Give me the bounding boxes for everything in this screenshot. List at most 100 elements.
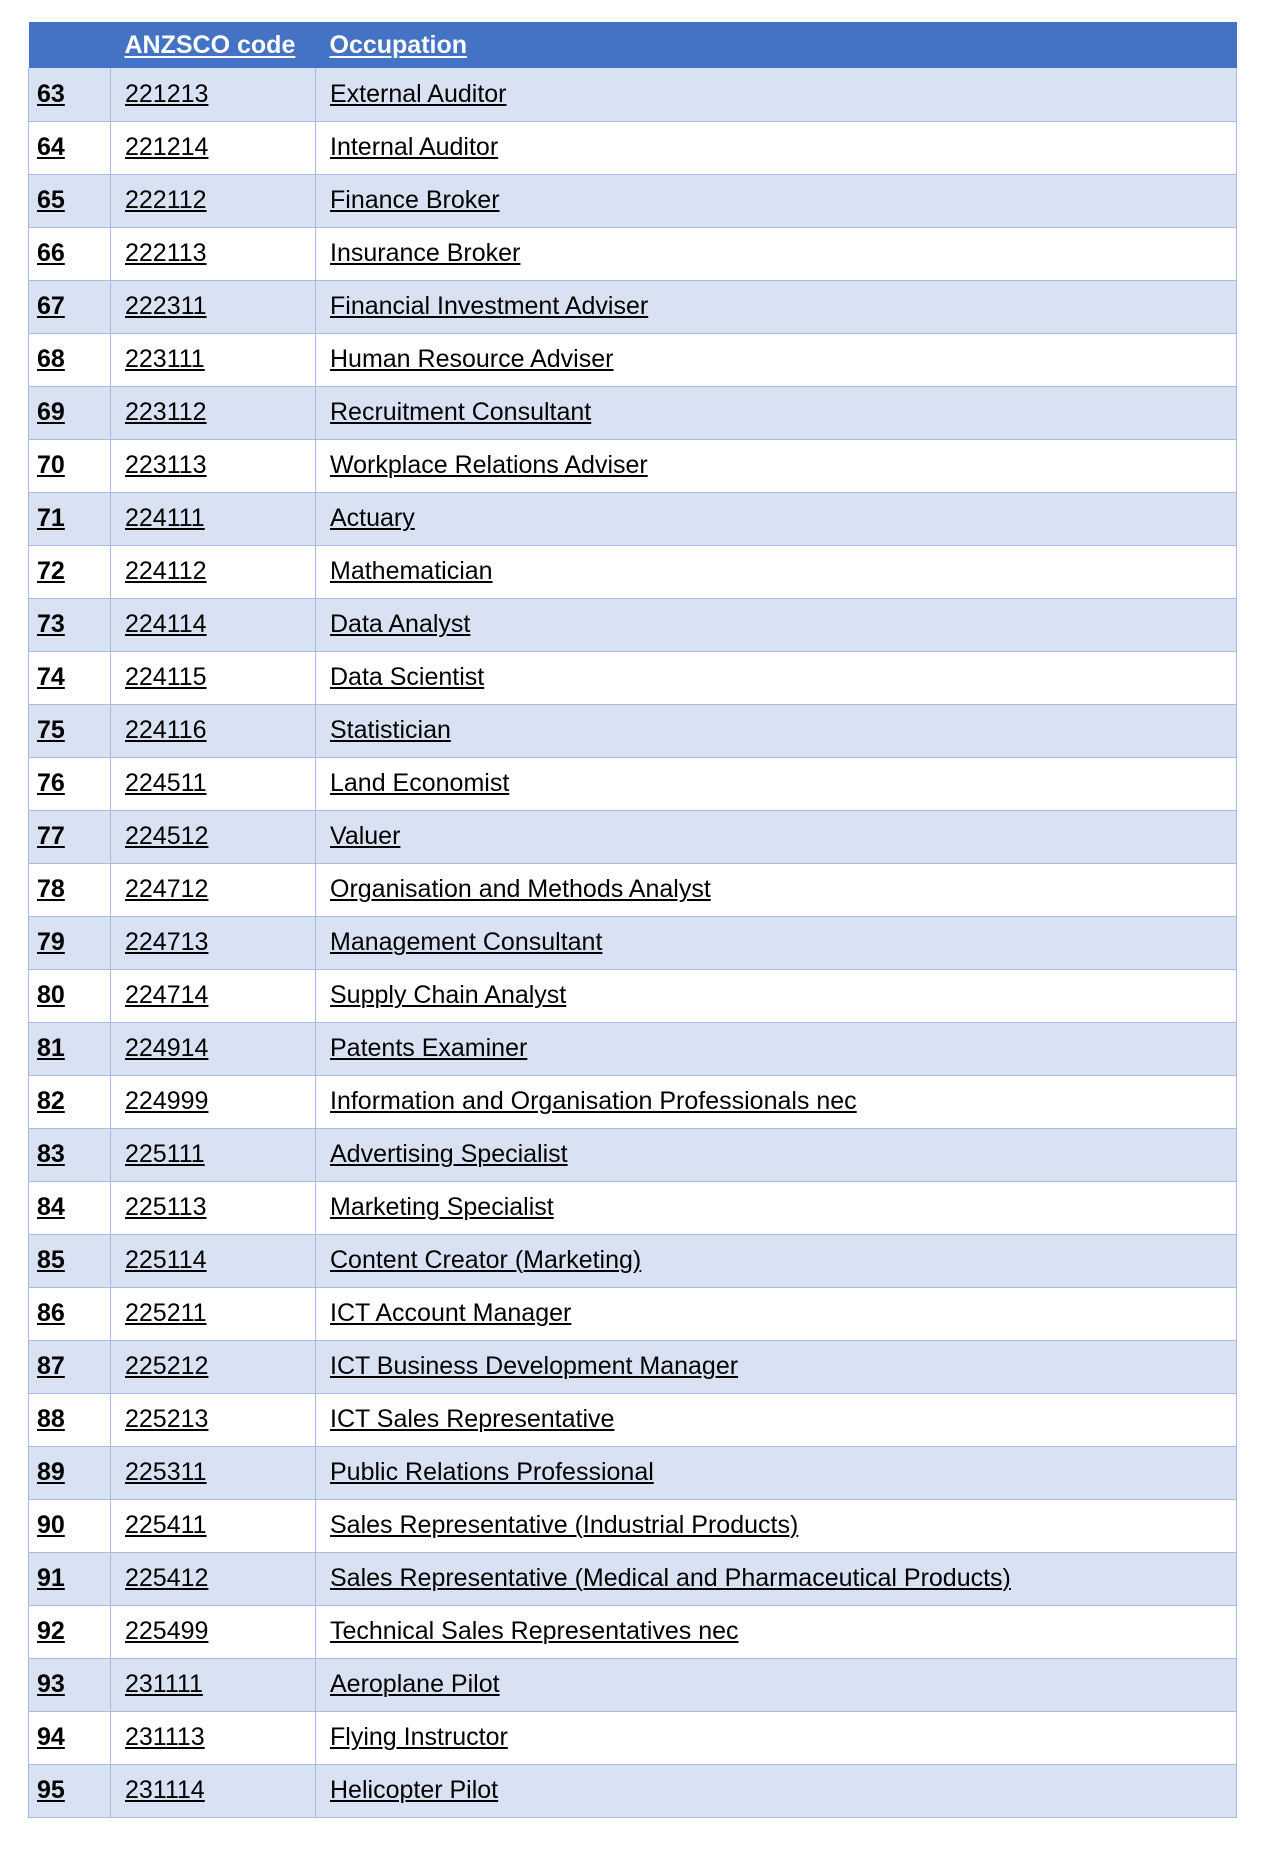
table-body: 63 221213 External Auditor 64 221214 Internal… <box>28 68 1237 1818</box>
anzsco-code-cell: 223113 <box>110 439 316 493</box>
occupation-cell: Public Relations Professional <box>315 1446 1237 1500</box>
anzsco-code-text: 225113 <box>125 1193 207 1221</box>
anzsco-code-cell: 225411 <box>110 1499 316 1553</box>
occupation-cell: Finance Broker <box>315 174 1237 228</box>
row-index-cell: 85 <box>28 1234 111 1288</box>
occupation-cell: Management Consultant <box>315 916 1237 970</box>
occupation-cell: ICT Business Development Manager <box>315 1340 1237 1394</box>
occupation-text: Workplace Relations Adviser <box>330 451 648 479</box>
anzsco-code-cell: 224111 <box>110 492 316 546</box>
anzsco-code-text: 223112 <box>125 398 207 426</box>
anzsco-code-cell: 225499 <box>110 1605 316 1659</box>
row-index-cell: 89 <box>28 1446 111 1500</box>
anzsco-code-text: 225111 <box>125 1140 205 1168</box>
anzsco-code-text: 224714 <box>125 981 209 1009</box>
occupation-cell: ICT Account Manager <box>315 1287 1237 1341</box>
row-index-cell: 73 <box>28 598 111 652</box>
table-row: 65 222112 Finance Broker <box>28 174 1237 228</box>
anzsco-code-text: 225499 <box>125 1617 209 1645</box>
occupation-cell: Content Creator (Marketing) <box>315 1234 1237 1288</box>
table-row: 91 225412 Sales Representative (Medical an… <box>28 1552 1237 1606</box>
row-index-cell: 80 <box>28 969 111 1023</box>
row-index-text: 88 <box>37 1405 65 1433</box>
occupation-text: External Auditor <box>330 79 507 108</box>
occupation-cell: Actuary <box>315 492 1237 546</box>
row-index-text: 82 <box>37 1087 65 1115</box>
anzsco-code-cell: 225211 <box>110 1287 316 1341</box>
anzsco-code-text: 231114 <box>125 1776 205 1804</box>
occupation-text: Insurance Broker <box>330 239 521 267</box>
occupation-cell: Supply Chain Analyst <box>315 969 1237 1023</box>
occupation-cell: Helicopter Pilot <box>315 1764 1237 1818</box>
occupation-cell: Patents Examiner <box>315 1022 1237 1076</box>
occupation-cell: ICT Sales Representative <box>315 1393 1237 1447</box>
anzsco-code-cell: 224713 <box>110 916 316 970</box>
table-row: 81 224914 Patents Examiner <box>28 1022 1237 1076</box>
occupation-cell: Flying Instructor <box>315 1711 1237 1765</box>
table-row: 93 231111 Aeroplane Pilot <box>28 1658 1237 1712</box>
row-index-text: 66 <box>37 239 65 267</box>
anzsco-code-text: 223113 <box>125 451 207 479</box>
anzsco-code-cell: 224115 <box>110 651 316 705</box>
occupation-cell: Valuer <box>315 810 1237 864</box>
row-index-text: 74 <box>37 663 65 691</box>
occupation-text: Management Consultant <box>330 928 603 956</box>
anzsco-code-text: 231111 <box>125 1670 203 1698</box>
table-row: 73 224114 Data Analyst <box>28 598 1237 652</box>
occupation-cell: Sales Representative (Medical and Pharma… <box>315 1552 1237 1606</box>
row-index-text: 83 <box>37 1140 65 1168</box>
row-index-cell: 68 <box>28 333 111 387</box>
table-row: 90 225411 Sales Representative (Industrial… <box>28 1499 1237 1553</box>
occupation-text: Content Creator (Marketing) <box>330 1246 642 1274</box>
occupation-cell: Mathematician <box>315 545 1237 599</box>
row-index-cell: 76 <box>28 757 111 811</box>
row-index-cell: 63 <box>28 68 111 122</box>
table-row: 82 224999 Information and Organisation Pro… <box>28 1075 1237 1129</box>
row-index-cell: 72 <box>28 545 111 599</box>
anzsco-code-text: 225211 <box>125 1299 207 1327</box>
occupation-table: ANZSCO code Occupation 63 221213 External … <box>28 22 1237 1818</box>
row-index-text: 90 <box>37 1511 65 1539</box>
table-row: 83 225111 Advertising Specialist <box>28 1128 1237 1182</box>
occupation-text: Mathematician <box>330 557 493 585</box>
occupation-cell: Information and Organisation Professiona… <box>315 1075 1237 1129</box>
table-row: 78 224712 Organisation and Methods Analyst <box>28 863 1237 917</box>
occupation-text: Human Resource Adviser <box>330 345 614 373</box>
row-index-cell: 64 <box>28 121 111 175</box>
row-index-cell: 86 <box>28 1287 111 1341</box>
occupation-text: Sales Representative (Industrial Product… <box>330 1511 799 1539</box>
row-index-cell: 65 <box>28 174 111 228</box>
anzsco-code-text: 225212 <box>125 1352 209 1380</box>
anzsco-code-cell: 224511 <box>110 757 316 811</box>
row-index-text: 92 <box>37 1617 65 1645</box>
occupation-cell: Recruitment Consultant <box>315 386 1237 440</box>
occupation-cell: Technical Sales Representatives nec <box>315 1605 1237 1659</box>
occupation-text: ICT Account Manager <box>330 1299 572 1327</box>
occupation-text: Recruitment Consultant <box>330 398 592 426</box>
anzsco-code-text: 222311 <box>125 292 207 320</box>
occupation-text: Aeroplane Pilot <box>330 1670 500 1698</box>
table-row: 87 225212 ICT Business Development Manager <box>28 1340 1237 1394</box>
column-header-occupation-label: Occupation <box>329 31 468 59</box>
table-row: 86 225211 ICT Account Manager <box>28 1287 1237 1341</box>
table-row: 80 224714 Supply Chain Analyst <box>28 969 1237 1023</box>
occupation-text: Finance Broker <box>330 186 500 214</box>
occupation-text: Land Economist <box>330 769 510 797</box>
table-row: 63 221213 External Auditor <box>28 68 1237 122</box>
row-index-cell: 74 <box>28 651 111 705</box>
anzsco-code-text: 221213 <box>125 79 209 108</box>
row-index-cell: 69 <box>28 386 111 440</box>
row-index-cell: 95 <box>28 1764 111 1818</box>
row-index-cell: 92 <box>28 1605 111 1659</box>
occupation-text: Actuary <box>330 504 415 532</box>
anzsco-code-text: 224713 <box>125 928 209 956</box>
row-index-cell: 84 <box>28 1181 111 1235</box>
anzsco-code-cell: 224712 <box>110 863 316 917</box>
anzsco-code-text: 224114 <box>125 610 207 638</box>
row-index-cell: 71 <box>28 492 111 546</box>
row-index-text: 78 <box>37 875 65 903</box>
row-index-text: 87 <box>37 1352 65 1380</box>
anzsco-code-cell: 222112 <box>110 174 316 228</box>
row-index-text: 95 <box>37 1776 65 1804</box>
anzsco-code-cell: 224112 <box>110 545 316 599</box>
